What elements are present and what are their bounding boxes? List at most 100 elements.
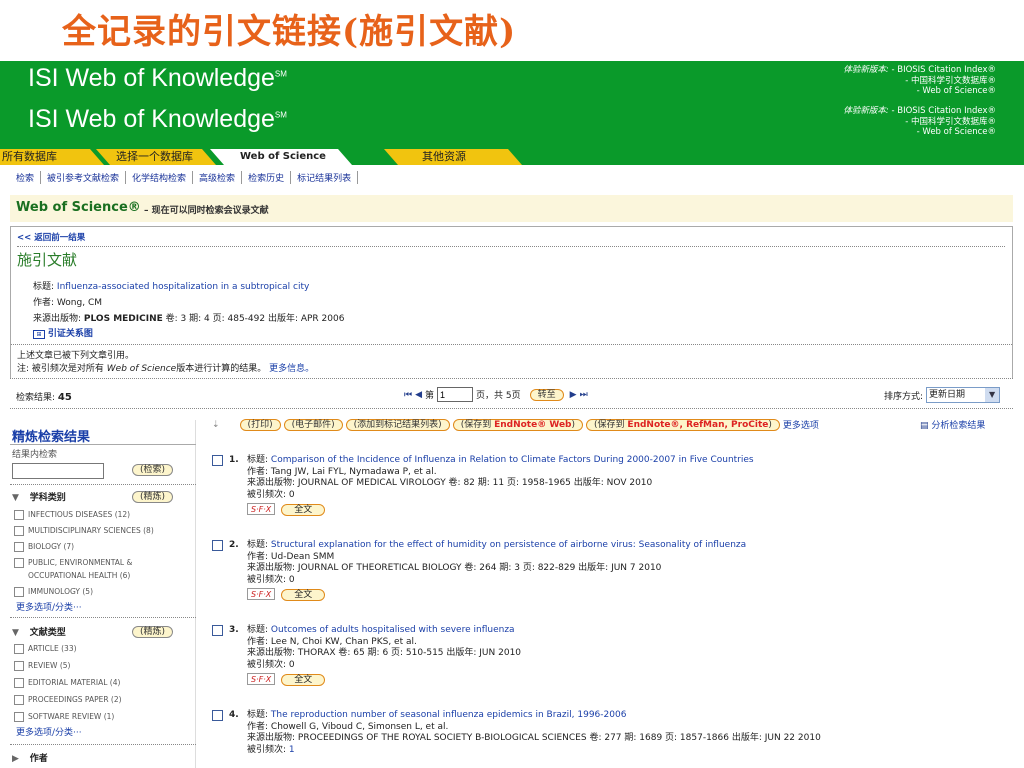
edition-cscd-2[interactable]: - 中国科学引文数据库® bbox=[843, 117, 996, 128]
source-details: 卷: 3 期: 4 页: 485-492 出版年: APR 2006 bbox=[165, 314, 345, 324]
cited-note: 上述文章已被下列文章引用。 bbox=[17, 351, 135, 361]
save-endnote-web-button[interactable]: (保存到 EndNote® Web) bbox=[452, 418, 584, 431]
facet-doctype[interactable]: ARTICLE (33) bbox=[14, 644, 122, 657]
full-text-button[interactable]: 全文 bbox=[281, 674, 326, 686]
edition-wos-2[interactable]: - Web of Science® bbox=[843, 127, 996, 138]
sort-label: 排序方式: bbox=[884, 391, 924, 402]
doctype-section[interactable]: ▼ 文献类型 bbox=[12, 625, 66, 638]
facet-subject[interactable]: BIOLOGY (7) bbox=[14, 542, 154, 555]
first-page-icon[interactable]: ⏮ bbox=[404, 390, 412, 400]
record-authors[interactable]: Lee N, Choi KW, Chan PKS, et al. bbox=[271, 637, 417, 647]
subject-refine-button[interactable]: (精炼) bbox=[132, 491, 174, 503]
edition-biosis[interactable]: - BIOSIS Citation Index® bbox=[891, 65, 996, 75]
slide-title: 全记录的引文链接(施引文献) bbox=[62, 12, 517, 52]
back-link[interactable]: << 返回前一结果 bbox=[17, 231, 85, 243]
record-checkbox[interactable] bbox=[212, 625, 223, 636]
doctype-refine-button[interactable]: (精炼) bbox=[132, 626, 174, 638]
facet-subject[interactable]: MULTIDISCIPLINARY SCIENCES (8) bbox=[14, 526, 154, 539]
more-doctypes-link[interactable]: 更多选项/分类··· bbox=[16, 725, 82, 738]
source-author[interactable]: Wong, CM bbox=[57, 298, 102, 308]
record-title-link[interactable]: Structural explanation for the effect of… bbox=[271, 540, 746, 550]
sfx-button[interactable]: S·F·X bbox=[247, 588, 276, 600]
edition-wos[interactable]: - Web of Science® bbox=[843, 86, 996, 97]
record-title-link[interactable]: Comparison of the Incidence of Influenza… bbox=[271, 455, 754, 465]
record-authors[interactable]: Ud-Dean SMM bbox=[271, 552, 334, 562]
facet-checkbox[interactable] bbox=[14, 712, 24, 722]
isi-logo-secondary[interactable]: ISI Web of KnowledgeSM bbox=[28, 105, 287, 134]
within-results-input[interactable] bbox=[12, 463, 104, 479]
record-cited[interactable]: 1 bbox=[289, 745, 295, 755]
chevron-down-icon: ▼ bbox=[985, 388, 1000, 402]
subnav-cited-ref-search[interactable]: 被引参考文献检索 bbox=[41, 170, 127, 184]
subnav-search[interactable]: 检索 bbox=[10, 170, 42, 184]
page-input[interactable] bbox=[437, 387, 474, 402]
record-checkbox[interactable] bbox=[212, 455, 223, 466]
edition-list: 体验新版本: - BIOSIS Citation Index® - 中国科学引文… bbox=[843, 65, 996, 97]
title-label: 标题: bbox=[33, 282, 55, 292]
more-options-link[interactable]: 更多选项 bbox=[783, 418, 819, 431]
record-cited: 0 bbox=[288, 489, 295, 500]
sort-select[interactable]: 更新日期 ▼ bbox=[926, 387, 1001, 403]
tab-other-resources[interactable]: 其他资源 bbox=[422, 149, 466, 165]
tab-select-database[interactable]: 选择一个数据库 bbox=[116, 149, 193, 165]
prev-page-icon[interactable]: ◀ bbox=[415, 390, 422, 400]
record-authors[interactable]: Chowell G, Viboud C, Simonsen L, et al. bbox=[271, 722, 448, 732]
add-marked-button[interactable]: (添加到标记结果列表) bbox=[345, 418, 450, 431]
sfx-button[interactable]: S·F·X bbox=[247, 673, 276, 685]
facet-checkbox[interactable] bbox=[14, 542, 24, 552]
facet-doctype[interactable]: SOFTWARE REVIEW (1) bbox=[14, 712, 122, 725]
record-checkbox[interactable] bbox=[212, 710, 223, 721]
page-suffix: 页，共 5页 bbox=[476, 391, 521, 401]
facet-doctype[interactable]: PROCEEDINGS PAPER (2) bbox=[14, 695, 122, 708]
facet-checkbox[interactable] bbox=[14, 661, 24, 671]
tab-all-databases[interactable]: 所有数据库 bbox=[2, 149, 57, 165]
facet-checkbox[interactable] bbox=[14, 526, 24, 536]
facet-doctype[interactable]: EDITORIAL MATERIAL (4) bbox=[14, 678, 122, 691]
last-page-icon[interactable]: ⏭ bbox=[580, 390, 588, 400]
facet-subject[interactable]: INFECTIOUS DISEASES (12) bbox=[14, 510, 154, 523]
page-prefix: 第 bbox=[425, 391, 435, 401]
print-button[interactable]: (打印) bbox=[239, 418, 281, 431]
next-page-icon[interactable]: ▶ bbox=[570, 390, 577, 400]
subnav-marked-list[interactable]: 标记结果列表 bbox=[291, 170, 359, 184]
facet-subject[interactable]: PUBLIC, ENVIRONMENTAL & bbox=[14, 558, 154, 571]
full-text-button[interactable]: 全文 bbox=[281, 504, 326, 516]
facet-subject[interactable]: IMMUNOLOGY (5) bbox=[14, 587, 154, 600]
facet-checkbox[interactable] bbox=[14, 695, 24, 705]
tab-web-of-science[interactable]: Web of Science bbox=[240, 149, 326, 165]
save-endnote-button[interactable]: (保存到 EndNote®, RefMan, ProCite) bbox=[586, 418, 780, 431]
record-source: JOURNAL OF THEORETICAL BIOLOGY 卷: 264 期:… bbox=[297, 563, 662, 573]
citation-map-link[interactable]: ⊞ 引证关系图 bbox=[33, 326, 93, 339]
facet-checkbox[interactable] bbox=[14, 678, 24, 688]
record-title-link[interactable]: Outcomes of adults hospitalised with sev… bbox=[271, 625, 515, 635]
more-subjects-link[interactable]: 更多选项/分类··· bbox=[16, 600, 82, 613]
within-search-button[interactable]: (检索) bbox=[132, 464, 174, 476]
wos-subtitle: – 现在可以同时检索会议录文献 bbox=[144, 206, 269, 216]
record-title-link[interactable]: The reproduction number of seasonal infl… bbox=[271, 710, 627, 720]
subnav-advanced-search[interactable]: 高级检索 bbox=[193, 170, 243, 184]
source-title-link[interactable]: Influenza-associated hospitalization in … bbox=[57, 282, 309, 292]
subnav-structure-search[interactable]: 化学结构检索 bbox=[126, 170, 194, 184]
more-info-link[interactable]: 更多信息。 bbox=[269, 364, 314, 374]
result-count: 检索结果: 45 bbox=[16, 392, 72, 403]
subnav-search-history[interactable]: 检索历史 bbox=[242, 170, 292, 184]
subject-section[interactable]: ▼ 学科类别 bbox=[12, 490, 66, 503]
record-source: JOURNAL OF MEDICAL VIROLOGY 卷: 82 期: 11 … bbox=[297, 478, 653, 488]
edition-biosis-2[interactable]: - BIOSIS Citation Index® bbox=[891, 106, 996, 116]
isi-logo[interactable]: ISI Web of KnowledgeSM bbox=[28, 64, 287, 93]
facet-checkbox[interactable] bbox=[14, 558, 24, 568]
facet-checkbox[interactable] bbox=[14, 510, 24, 520]
facet-doctype[interactable]: REVIEW (5) bbox=[14, 661, 122, 674]
record-checkbox[interactable] bbox=[212, 540, 223, 551]
facet-checkbox[interactable] bbox=[14, 644, 24, 654]
facet-checkbox[interactable] bbox=[14, 587, 24, 597]
edition-list-secondary: 体验新版本: - BIOSIS Citation Index® - 中国科学引文… bbox=[843, 106, 996, 138]
analyze-results[interactable]: ▤ 分析检索结果 bbox=[920, 418, 985, 431]
author-section[interactable]: ▶ 作者 bbox=[12, 751, 48, 764]
record-authors[interactable]: Tang JW, Lai FYL, Nymadawa P, et al. bbox=[271, 467, 437, 477]
full-text-button[interactable]: 全文 bbox=[281, 589, 326, 601]
email-button[interactable]: (电子邮件) bbox=[283, 418, 343, 431]
edition-cscd[interactable]: - 中国科学引文数据库® bbox=[843, 76, 996, 87]
goto-button[interactable]: 转至 bbox=[529, 388, 564, 401]
sfx-button[interactable]: S·F·X bbox=[247, 503, 276, 515]
